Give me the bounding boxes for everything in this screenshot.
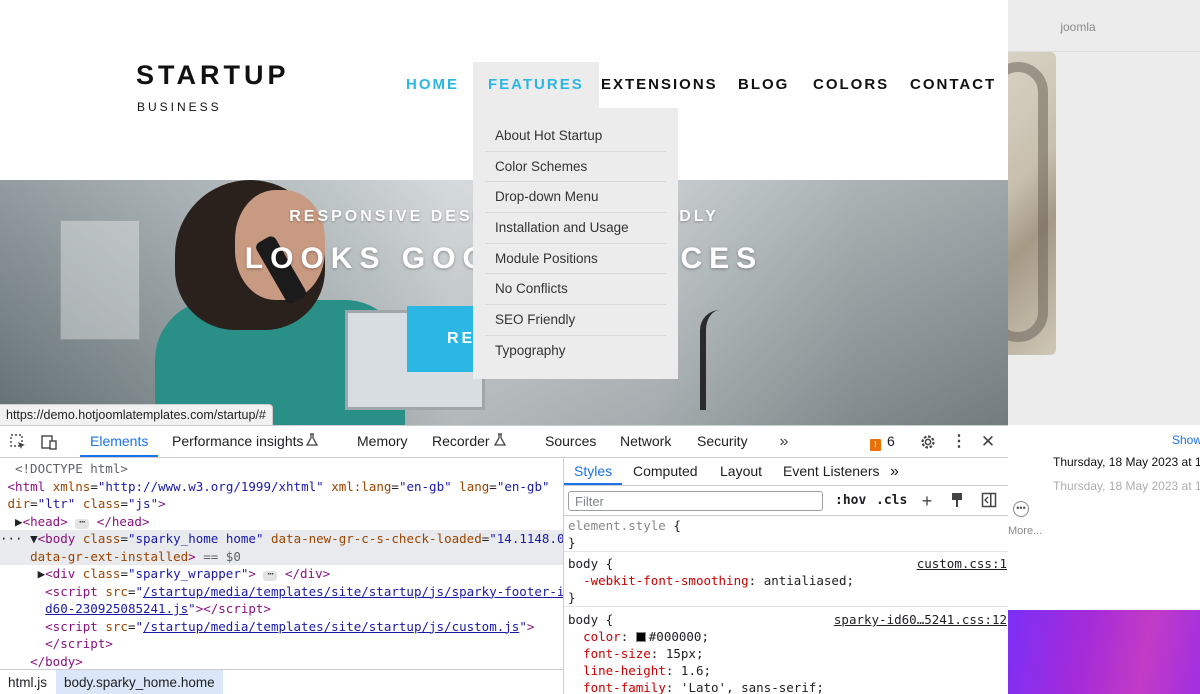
nav-item-blog[interactable]: BLOG bbox=[738, 62, 789, 108]
background-window-title: joomla bbox=[1060, 20, 1096, 34]
dom-div-line[interactable]: ▶<div class="sparky_wrapper"> ⋯ </div> bbox=[0, 565, 563, 583]
tab-sources[interactable]: Sources bbox=[545, 426, 596, 457]
nav-item-home[interactable]: HOME bbox=[406, 62, 459, 108]
tab-performance-insights[interactable]: Performance insights bbox=[172, 426, 304, 457]
elements-tree: <!DOCTYPE html> <html xmlns="http://www.… bbox=[0, 458, 563, 669]
date-text-faded: Thursday, 18 May 2023 at 1 bbox=[1053, 479, 1200, 493]
dom-script-line[interactable]: <script src="/startup/media/templates/si… bbox=[0, 583, 563, 601]
dom-body-line-cont[interactable]: data-gr-ext-installed> == $0 bbox=[0, 547, 563, 565]
breadcrumb-html[interactable]: html.js bbox=[0, 670, 55, 694]
styles-toolbar: :hov .cls + bbox=[564, 486, 1008, 516]
dom-body-line[interactable]: ··· ▼<body class="sparky_home home" data… bbox=[0, 530, 563, 548]
show-link[interactable]: Show bbox=[1172, 433, 1200, 447]
tab-elements[interactable]: Elements bbox=[80, 426, 159, 457]
issues-count: 6 bbox=[887, 433, 895, 449]
tab-computed[interactable]: Computed bbox=[633, 458, 698, 485]
kebab-menu-icon[interactable]: ⋮ bbox=[950, 433, 968, 451]
website-viewport: STARTUP BUSINESS HOME FEATURES EXTENSION… bbox=[0, 0, 1008, 425]
more-icon[interactable]: ••• bbox=[1013, 501, 1029, 517]
tab-security[interactable]: Security bbox=[697, 426, 748, 457]
sidebar-toggle-icon[interactable] bbox=[980, 492, 998, 510]
dropdown-item-installation[interactable]: Installation and Usage bbox=[485, 213, 666, 244]
tab-recorder[interactable]: Recorder bbox=[432, 426, 490, 457]
inspect-element-icon[interactable] bbox=[9, 433, 27, 451]
background-window-titlebar: joomla bbox=[1008, 0, 1200, 52]
tab-memory[interactable]: Memory bbox=[357, 426, 408, 457]
new-rule-plus-icon[interactable]: + bbox=[918, 492, 936, 510]
dropdown-item-about[interactable]: About Hot Startup bbox=[485, 121, 666, 152]
dom-head-line[interactable]: ▶<head> ⋯ </head> bbox=[0, 513, 563, 531]
flask-icon bbox=[491, 433, 509, 451]
dom-doctype-line[interactable]: <!DOCTYPE html> bbox=[0, 460, 563, 478]
nav-item-colors[interactable]: COLORS bbox=[813, 62, 889, 108]
dropdown-item-typography[interactable]: Typography bbox=[485, 336, 666, 367]
style-rule-element[interactable]: element.style { } bbox=[564, 517, 1008, 552]
wall-sketches-image bbox=[60, 220, 140, 340]
background-window: joomla Show Thursday, 18 May 2023 at 1 T… bbox=[1008, 0, 1200, 694]
more-panes-chevron-icon[interactable]: » bbox=[890, 458, 899, 485]
paint-brush-icon[interactable] bbox=[948, 492, 966, 510]
background-photo bbox=[1008, 52, 1056, 355]
devtools-tabbar: Elements Performance insights Memory Rec… bbox=[0, 426, 1008, 458]
dom-script-line-cont[interactable]: d60-230925085241.js"></script> bbox=[0, 600, 563, 618]
gear-icon[interactable] bbox=[919, 433, 937, 451]
flask-icon bbox=[303, 433, 321, 451]
close-icon[interactable]: ✕ bbox=[979, 433, 997, 451]
date-text: Thursday, 18 May 2023 at 1 bbox=[1053, 455, 1200, 469]
more-tabs-chevron-icon[interactable]: » bbox=[775, 433, 793, 451]
hover-state-toggle[interactable]: :hov bbox=[835, 492, 866, 510]
styles-pane: Styles Computed Layout Event Listeners »… bbox=[563, 458, 1008, 694]
desktop-wallpaper bbox=[1008, 610, 1200, 694]
elements-breadcrumbs: html.js body.sparky_home.home bbox=[0, 669, 563, 694]
color-swatch[interactable] bbox=[635, 632, 646, 642]
issues-counter[interactable]: ! 6 bbox=[870, 426, 895, 457]
background-info-panel: Show Thursday, 18 May 2023 at 1 Thursday… bbox=[1008, 425, 1200, 610]
tab-layout[interactable]: Layout bbox=[720, 458, 762, 485]
breadcrumb-body[interactable]: body.sparky_home.home bbox=[56, 670, 223, 694]
nav-item-features[interactable]: FEATURES bbox=[473, 62, 599, 108]
dom-body-close-line[interactable]: </body> bbox=[0, 653, 563, 670]
site-logo-subtitle: BUSINESS bbox=[137, 100, 222, 114]
style-source-link[interactable]: sparky-id60…5241.css:12 bbox=[834, 611, 1007, 628]
class-toggle[interactable]: .cls bbox=[876, 492, 907, 510]
nav-item-contact[interactable]: CONTACT bbox=[910, 62, 996, 108]
style-rule-custom-css[interactable]: body {custom.css:1 -webkit-font-smoothin… bbox=[564, 555, 1008, 607]
screen: joomla Show Thursday, 18 May 2023 at 1 T… bbox=[0, 0, 1200, 694]
tab-styles[interactable]: Styles bbox=[564, 458, 623, 485]
dom-html-line[interactable]: <html xmlns="http://www.w3.org/1999/xhtm… bbox=[0, 478, 563, 496]
style-source-link[interactable]: custom.css:1 bbox=[917, 555, 1007, 572]
status-bar-url: https://demo.hotjoomlatemplates.com/star… bbox=[0, 404, 273, 425]
tab-event-listeners[interactable]: Event Listeners bbox=[783, 458, 880, 485]
issues-flag-icon: ! bbox=[870, 439, 881, 451]
dropdown-item-module-positions[interactable]: Module Positions bbox=[485, 244, 666, 275]
style-rule-sparky-css[interactable]: body {sparky-id60…5241.css:12 color: #00… bbox=[564, 611, 1008, 694]
nav-item-extensions[interactable]: EXTENSIONS bbox=[601, 62, 718, 108]
more-label[interactable]: More... bbox=[1008, 525, 1042, 537]
styles-filter-input[interactable] bbox=[568, 491, 823, 511]
dropdown-item-seo[interactable]: SEO Friendly bbox=[485, 305, 666, 336]
devtools-panel: Elements Performance insights Memory Rec… bbox=[0, 425, 1008, 694]
dom-script2-line[interactable]: <script src="/startup/media/templates/si… bbox=[0, 618, 563, 636]
dropdown-item-dropdown-menu[interactable]: Drop-down Menu bbox=[485, 182, 666, 214]
features-dropdown-menu: About Hot Startup Color Schemes Drop-dow… bbox=[473, 108, 678, 379]
dropdown-item-color-schemes[interactable]: Color Schemes bbox=[485, 152, 666, 183]
styles-tabbar: Styles Computed Layout Event Listeners » bbox=[564, 458, 1008, 486]
site-logo[interactable]: STARTUP bbox=[136, 60, 290, 91]
tab-network[interactable]: Network bbox=[620, 426, 671, 457]
device-toolbar-icon[interactable] bbox=[40, 433, 58, 451]
dropdown-item-no-conflicts[interactable]: No Conflicts bbox=[485, 274, 666, 306]
dom-html-line-cont[interactable]: dir="ltr" class="js"> bbox=[0, 495, 563, 513]
dom-script2-close-line[interactable]: </script> bbox=[0, 635, 563, 653]
